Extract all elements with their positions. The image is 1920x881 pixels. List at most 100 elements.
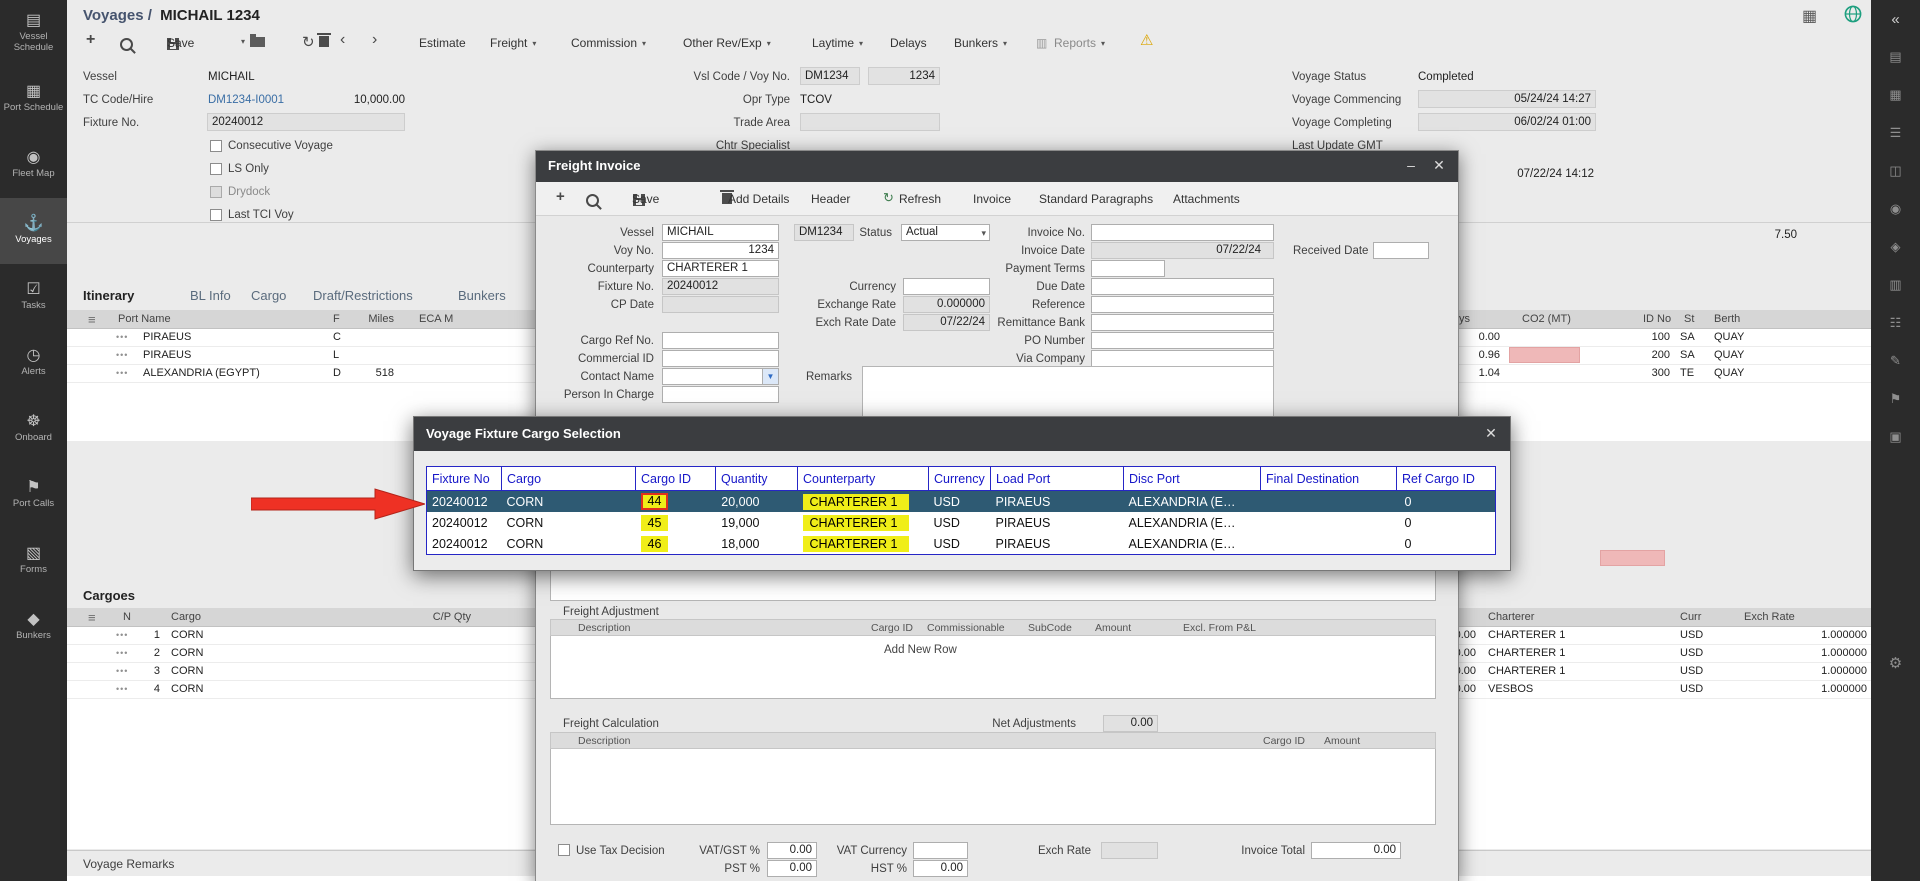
voyage-commencing-field[interactable]: 05/24/24 14:27 xyxy=(1418,90,1596,108)
invoice-date-field[interactable]: 07/22/24 xyxy=(1091,242,1274,259)
tc-code-link[interactable]: DM1234-I0001 xyxy=(208,94,284,106)
sidebar-item-tasks[interactable]: ☑Tasks xyxy=(0,264,67,330)
warning-icon[interactable]: ⚠ xyxy=(1140,31,1153,49)
menu-estimate[interactable]: Estimate xyxy=(419,36,466,50)
vessel-field[interactable]: MICHAIL xyxy=(662,224,779,241)
tab-draft-restrictions[interactable]: Draft/Restrictions xyxy=(313,288,413,303)
attachments-button[interactable]: Attachments xyxy=(1173,192,1240,206)
add-button[interactable]: + xyxy=(556,188,565,205)
tab-bl-info[interactable]: BL Info xyxy=(190,288,231,303)
col-n[interactable]: N xyxy=(101,611,131,623)
folder-icon[interactable] xyxy=(250,37,265,47)
close-icon[interactable]: ✕ xyxy=(1480,425,1502,442)
col-eca[interactable]: ECA M xyxy=(419,313,453,325)
voyage-completing-field[interactable]: 06/02/24 01:00 xyxy=(1418,113,1596,131)
save-button[interactable]: Save xyxy=(632,192,659,206)
search-icon[interactable] xyxy=(586,194,599,207)
tab-bunkers[interactable]: Bunkers xyxy=(458,288,506,303)
globe-icon[interactable] xyxy=(1844,5,1862,23)
menu-burger-icon[interactable]: ≡ xyxy=(88,312,96,327)
selection-row-selected[interactable]: 20240012 CORN 44 20,000 CHARTERER 1 USD … xyxy=(427,491,1496,513)
col-ref-cargo-id[interactable]: Ref Cargo ID xyxy=(1397,467,1496,491)
breadcrumb-section[interactable]: Voyages xyxy=(83,7,144,24)
row-handle-icon[interactable]: ••• xyxy=(116,368,128,378)
due-date-field[interactable] xyxy=(1091,278,1274,295)
menu-bunkers[interactable]: Bunkers▾ xyxy=(954,36,1007,50)
add-button[interactable]: + xyxy=(86,31,95,49)
rail-icon-1[interactable]: ▤ xyxy=(1871,38,1920,76)
refresh-button[interactable]: Refresh xyxy=(899,192,941,206)
vat-currency-field[interactable] xyxy=(913,842,968,859)
col-exch-rate[interactable]: Exch Rate xyxy=(1744,611,1795,623)
cargo-ref-no-field[interactable] xyxy=(662,332,779,349)
dropdown-arrow-icon[interactable]: ▼ xyxy=(762,369,778,384)
close-icon[interactable]: ✕ xyxy=(1428,157,1450,174)
col-id-no[interactable]: ID No xyxy=(1643,313,1671,325)
col-description[interactable]: Description xyxy=(578,735,631,747)
col-load-port[interactable]: Load Port xyxy=(991,467,1124,491)
rail-icon-3[interactable]: ☰ xyxy=(1871,114,1920,152)
col-port-name[interactable]: Port Name xyxy=(118,313,171,325)
cp-date-field[interactable] xyxy=(662,296,779,313)
vessel-value[interactable]: MICHAIL xyxy=(208,71,255,83)
selection-row[interactable]: 20240012 CORN 45 19,000 CHARTERER 1 USD … xyxy=(427,512,1496,533)
col-co2[interactable]: CO2 (MT) xyxy=(1522,313,1571,325)
sidebar-item-fleet-map[interactable]: ◉Fleet Map xyxy=(0,132,67,198)
col-quantity[interactable]: Quantity xyxy=(716,467,798,491)
menu-laytime[interactable]: Laytime▾ xyxy=(812,36,863,50)
refresh-icon[interactable]: ↻ xyxy=(883,190,894,206)
menu-freight[interactable]: Freight▾ xyxy=(490,36,536,50)
rail-icon-4[interactable]: ◫ xyxy=(1871,152,1920,190)
menu-burger-icon[interactable]: ≡ xyxy=(88,610,96,625)
row-handle-icon[interactable]: ••• xyxy=(116,684,128,694)
menu-delays[interactable]: Delays xyxy=(890,36,927,50)
sidebar-item-port-schedule[interactable]: ▦Port Schedule xyxy=(0,66,67,132)
col-cargo-id[interactable]: Cargo ID xyxy=(1263,735,1305,747)
col-cp-qty[interactable]: C/P Qty xyxy=(401,611,471,623)
col-charterer[interactable]: Charterer xyxy=(1488,611,1534,623)
minimize-icon[interactable]: – xyxy=(1400,157,1422,173)
sidebar-item-alerts[interactable]: ◷Alerts xyxy=(0,330,67,396)
col-subcode[interactable]: SubCode xyxy=(1028,622,1072,634)
rail-icon-11[interactable]: ▣ xyxy=(1871,418,1920,456)
search-icon[interactable] xyxy=(120,38,133,51)
menu-other-rev-exp[interactable]: Other Rev/Exp▾ xyxy=(683,36,771,50)
table-view-icon[interactable]: ▦ xyxy=(1802,6,1817,26)
invoice-button[interactable]: Invoice xyxy=(973,192,1011,206)
prev-icon[interactable]: ‹ xyxy=(340,31,345,49)
rail-icon-10[interactable]: ⚑ xyxy=(1871,380,1920,418)
row-handle-icon[interactable]: ••• xyxy=(116,332,128,342)
fixture-no-field[interactable]: 20240012 xyxy=(207,113,405,131)
sidebar-item-onboard[interactable]: ☸Onboard xyxy=(0,396,67,462)
add-details-button[interactable]: Add Details xyxy=(728,192,789,206)
col-disc-port[interactable]: Disc Port xyxy=(1124,467,1261,491)
rail-icon-5[interactable]: ◉ xyxy=(1871,190,1920,228)
col-amount[interactable]: Amount xyxy=(1095,622,1131,634)
col-excl-from-pl[interactable]: Excl. From P&L xyxy=(1183,622,1256,634)
opr-type-value[interactable]: TCOV xyxy=(800,94,832,106)
voy-no-field[interactable]: 1234 xyxy=(868,67,940,85)
col-st[interactable]: St xyxy=(1684,313,1694,325)
col-final-destination[interactable]: Final Destination xyxy=(1261,467,1397,491)
delete-icon[interactable] xyxy=(319,36,329,47)
header-button[interactable]: Header xyxy=(811,192,850,206)
col-commissionable[interactable]: Commissionable xyxy=(927,622,1005,634)
col-description[interactable]: Description xyxy=(578,622,631,634)
tc-hire-value[interactable]: 10,000.00 xyxy=(320,94,405,106)
vsl-code-field[interactable]: DM1234 xyxy=(800,67,860,85)
save-button[interactable]: Save xyxy=(167,36,194,50)
col-currency[interactable]: Currency xyxy=(929,467,991,491)
via-company-field[interactable] xyxy=(1091,350,1274,367)
menu-reports[interactable]: Reports▾ xyxy=(1054,36,1105,50)
payment-terms-field[interactable] xyxy=(1091,260,1165,277)
col-curr[interactable]: Curr xyxy=(1680,611,1701,623)
col-cargo-id[interactable]: Cargo ID xyxy=(636,467,716,491)
commercial-id-field[interactable] xyxy=(662,350,779,367)
tab-itinerary[interactable]: Itinerary xyxy=(83,288,134,303)
row-handle-icon[interactable]: ••• xyxy=(116,350,128,360)
freight-invoice-titlebar[interactable]: Freight Invoice – ✕ xyxy=(536,151,1458,182)
ls-only-checkbox[interactable] xyxy=(210,163,222,175)
contact-name-select[interactable]: ▼ xyxy=(662,368,779,385)
invoice-no-field[interactable] xyxy=(1091,224,1274,241)
menu-commission[interactable]: Commission▾ xyxy=(571,36,646,50)
